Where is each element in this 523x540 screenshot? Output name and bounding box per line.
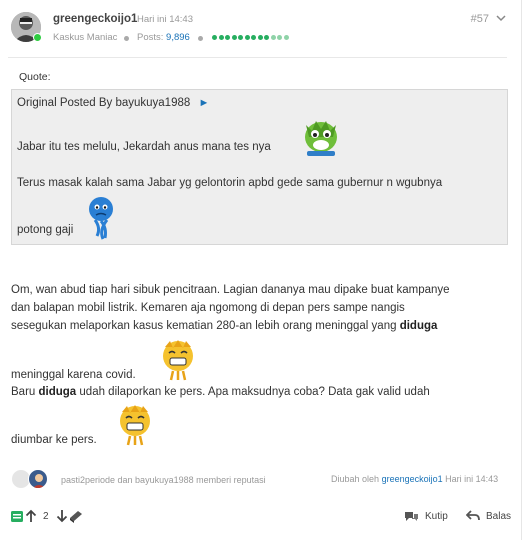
quote-prefix: Original Posted By — [17, 97, 113, 109]
reply-label: Balas — [486, 510, 512, 522]
post-number[interactable]: #57 — [471, 13, 489, 25]
post-text-line: Om, wan abud tiap hari sibuk pencitraan.… — [11, 284, 450, 296]
reputation-avatars[interactable] — [11, 469, 51, 489]
sad-emoticon-icon — [89, 197, 113, 240]
avatar[interactable] — [28, 469, 48, 489]
reply-button[interactable]: Balas — [466, 510, 511, 522]
quote-box: Original Posted By bayukuya1988 ► Jabar … — [11, 89, 508, 245]
downvote-icon[interactable] — [55, 509, 69, 523]
post-count: Posts: 9,896 — [137, 32, 190, 43]
quote-original-user[interactable]: bayukuya1988 — [115, 97, 190, 109]
quote-title: Quote: — [19, 71, 51, 83]
crying-emoticon-icon — [163, 340, 193, 381]
online-status-indicator — [33, 33, 42, 42]
quote-button[interactable]: Kutip — [404, 510, 448, 522]
quote-line: potong gaji — [17, 224, 74, 236]
post-text-line: meninggal karena covid. — [11, 369, 136, 381]
edited-info: Diubah oleh greengeckoijo1 Hari ini 14:4… — [331, 474, 498, 484]
vote-count: 2 — [43, 511, 49, 522]
chevron-down-icon[interactable] — [494, 11, 508, 25]
quote-line: Terus masak kalah sama Jabar yg gelontor… — [17, 177, 443, 189]
reputation-bar — [212, 35, 289, 40]
user-rank: Kaskus Maniac — [53, 32, 118, 43]
header-divider — [8, 57, 507, 58]
quote-label: Kutip — [425, 510, 448, 522]
post-text: Baru — [11, 386, 39, 398]
crying-emoticon-icon — [120, 405, 150, 446]
forum-post: greengeckoijo1 Hari ini 14:43 #57 Kaskus… — [0, 0, 522, 540]
post-text-bold: diduga — [399, 320, 438, 332]
separator-dot — [198, 36, 203, 41]
upvote-icon[interactable] — [24, 509, 38, 523]
post-time: Hari ini 14:43 — [137, 14, 193, 25]
edited-prefix: Diubah oleh — [331, 474, 380, 484]
cendol-icon[interactable] — [10, 509, 24, 523]
post-text: udah dilaporkan ke pers. Apa maksudnya c… — [76, 386, 430, 398]
reputation-text[interactable]: pasti2periode dan bayukuya1988 memberi r… — [61, 475, 266, 485]
post-text-line: diumbar ke pers. — [11, 434, 97, 446]
post-username[interactable]: greengeckoijo1 — [53, 13, 137, 25]
reply-icon — [466, 510, 480, 521]
goto-post-arrow-icon[interactable]: ► — [198, 97, 209, 109]
quote-header: Original Posted By bayukuya1988 ► — [17, 97, 209, 109]
post-text: sesegukan melaporkan kasus kematian 280-… — [11, 320, 400, 332]
edited-user[interactable]: greengeckoijo1 — [382, 474, 443, 484]
posts-label: Posts: — [137, 32, 164, 43]
post-text-line: sesegukan melaporkan kasus kematian 280-… — [11, 320, 437, 332]
posts-count[interactable]: 9,896 — [166, 32, 190, 43]
post-text-line: Baru diduga udah dilaporkan ke pers. Apa… — [11, 386, 430, 398]
cendol-emoticon-icon — [305, 121, 337, 156]
bata-icon[interactable] — [68, 509, 84, 523]
post-text-bold: diduga — [38, 386, 77, 398]
quote-line: Jabar itu tes melulu, Jekardah anus mana… — [17, 141, 271, 153]
quote-icon — [405, 512, 418, 521]
separator-dot — [124, 36, 129, 41]
edited-time: Hari ini 14:43 — [445, 474, 499, 484]
post-text-line: dan balapan mobil listrik. Kemaren aja n… — [11, 302, 405, 314]
